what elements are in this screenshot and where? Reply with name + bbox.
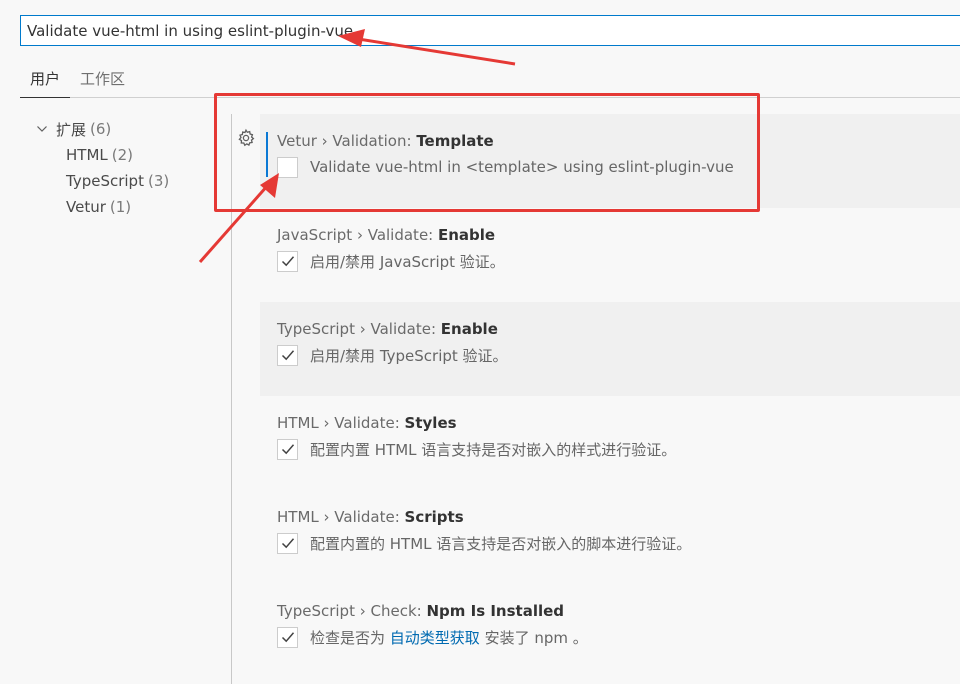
setting-category: HTML › Validate: bbox=[277, 508, 405, 526]
toc-divider bbox=[231, 114, 232, 684]
setting-description: Validate vue-html in <template> using es… bbox=[310, 158, 734, 176]
setting-category: TypeScript › Validate: bbox=[277, 320, 441, 338]
setting-description: 检查是否为 自动类型获取 安装了 npm 。 bbox=[310, 627, 588, 648]
setting-checkbox[interactable] bbox=[277, 250, 298, 272]
description-prefix: 检查是否为 bbox=[310, 628, 390, 647]
setting-title: TypeScript › Check: Npm Is Installed bbox=[277, 601, 960, 621]
chevron-down-icon bbox=[34, 121, 50, 137]
check-icon bbox=[281, 632, 294, 643]
toc-item-count: (3) bbox=[147, 172, 170, 190]
tab-workspace[interactable]: 工作区 bbox=[70, 64, 135, 97]
toc-item-count: (1) bbox=[109, 198, 132, 216]
setting-typescript-check-npm-is-installed: TypeScript › Check: Npm Is Installed 检查是… bbox=[260, 584, 960, 678]
settings-search-input[interactable] bbox=[21, 16, 960, 45]
setting-title: Vetur › Validation: Template bbox=[277, 131, 960, 151]
tab-user[interactable]: 用户 bbox=[20, 64, 71, 98]
setting-category: Vetur › Validation: bbox=[277, 132, 417, 150]
settings-toc: 扩展 (6) HTML (2) TypeScript (3) Vetur (1) bbox=[34, 116, 214, 220]
setting-javascript-validate-enable: JavaScript › Validate: Enable 启用/禁用 Java… bbox=[260, 208, 960, 302]
setting-vetur-validation-template: Vetur › Validation: Template Validate vu… bbox=[260, 114, 960, 208]
setting-name: Enable bbox=[440, 320, 498, 338]
setting-name: Npm Is Installed bbox=[426, 602, 565, 620]
setting-category: TypeScript › Check: bbox=[277, 602, 427, 620]
toc-item-vetur[interactable]: Vetur (1) bbox=[34, 194, 214, 220]
setting-description: 配置内置的 HTML 语言支持是否对嵌入的脚本进行验证。 bbox=[310, 534, 692, 553]
setting-checkbox[interactable] bbox=[277, 532, 298, 554]
setting-description: 配置内置 HTML 语言支持是否对嵌入的样式进行验证。 bbox=[310, 440, 677, 459]
setting-typescript-validate-enable: TypeScript › Validate: Enable 启用/禁用 Type… bbox=[260, 302, 960, 396]
check-icon bbox=[281, 350, 294, 361]
auto-type-acquisition-link[interactable]: 自动类型获取 bbox=[390, 629, 480, 647]
setting-category: JavaScript › Validate: bbox=[277, 226, 438, 244]
toc-item-label: Vetur bbox=[66, 198, 106, 216]
setting-title: JavaScript › Validate: Enable bbox=[277, 225, 960, 245]
toc-group-label: 扩展 bbox=[56, 120, 87, 139]
toc-group-count: (6) bbox=[90, 120, 112, 138]
check-icon bbox=[281, 538, 294, 549]
setting-category: HTML › Validate: bbox=[277, 414, 405, 432]
settings-list: Vetur › Validation: Template Validate vu… bbox=[260, 114, 960, 678]
gear-icon[interactable] bbox=[236, 128, 256, 148]
focus-indicator bbox=[266, 132, 268, 177]
setting-checkbox[interactable] bbox=[277, 156, 298, 178]
toc-item-html[interactable]: HTML (2) bbox=[34, 142, 214, 168]
settings-search-box[interactable] bbox=[20, 15, 960, 46]
check-icon bbox=[281, 444, 294, 455]
setting-checkbox[interactable] bbox=[277, 626, 298, 648]
setting-checkbox[interactable] bbox=[277, 344, 298, 366]
setting-title: HTML › Validate: Scripts bbox=[277, 507, 960, 527]
toc-group-extensions[interactable]: 扩展 (6) bbox=[34, 116, 214, 142]
description-suffix: 安装了 npm 。 bbox=[479, 628, 588, 647]
setting-name: Template bbox=[416, 132, 494, 150]
setting-title: HTML › Validate: Styles bbox=[277, 413, 960, 433]
setting-name: Enable bbox=[438, 226, 496, 244]
setting-description: 启用/禁用 TypeScript 验证。 bbox=[310, 346, 508, 365]
setting-title: TypeScript › Validate: Enable bbox=[277, 319, 960, 339]
toc-item-label: TypeScript bbox=[66, 172, 144, 190]
toc-item-label: HTML bbox=[66, 146, 108, 164]
settings-scope-tabs: 用户 工作区 bbox=[20, 64, 960, 98]
toc-item-count: (2) bbox=[111, 146, 133, 164]
setting-name: Scripts bbox=[404, 508, 464, 526]
setting-html-validate-styles: HTML › Validate: Styles 配置内置 HTML 语言支持是否… bbox=[260, 396, 960, 490]
setting-name: Styles bbox=[404, 414, 457, 432]
setting-html-validate-scripts: HTML › Validate: Scripts 配置内置的 HTML 语言支持… bbox=[260, 490, 960, 584]
check-icon bbox=[281, 256, 294, 267]
toc-item-typescript[interactable]: TypeScript (3) bbox=[34, 168, 214, 194]
setting-checkbox[interactable] bbox=[277, 438, 298, 460]
setting-description: 启用/禁用 JavaScript 验证。 bbox=[310, 252, 505, 271]
